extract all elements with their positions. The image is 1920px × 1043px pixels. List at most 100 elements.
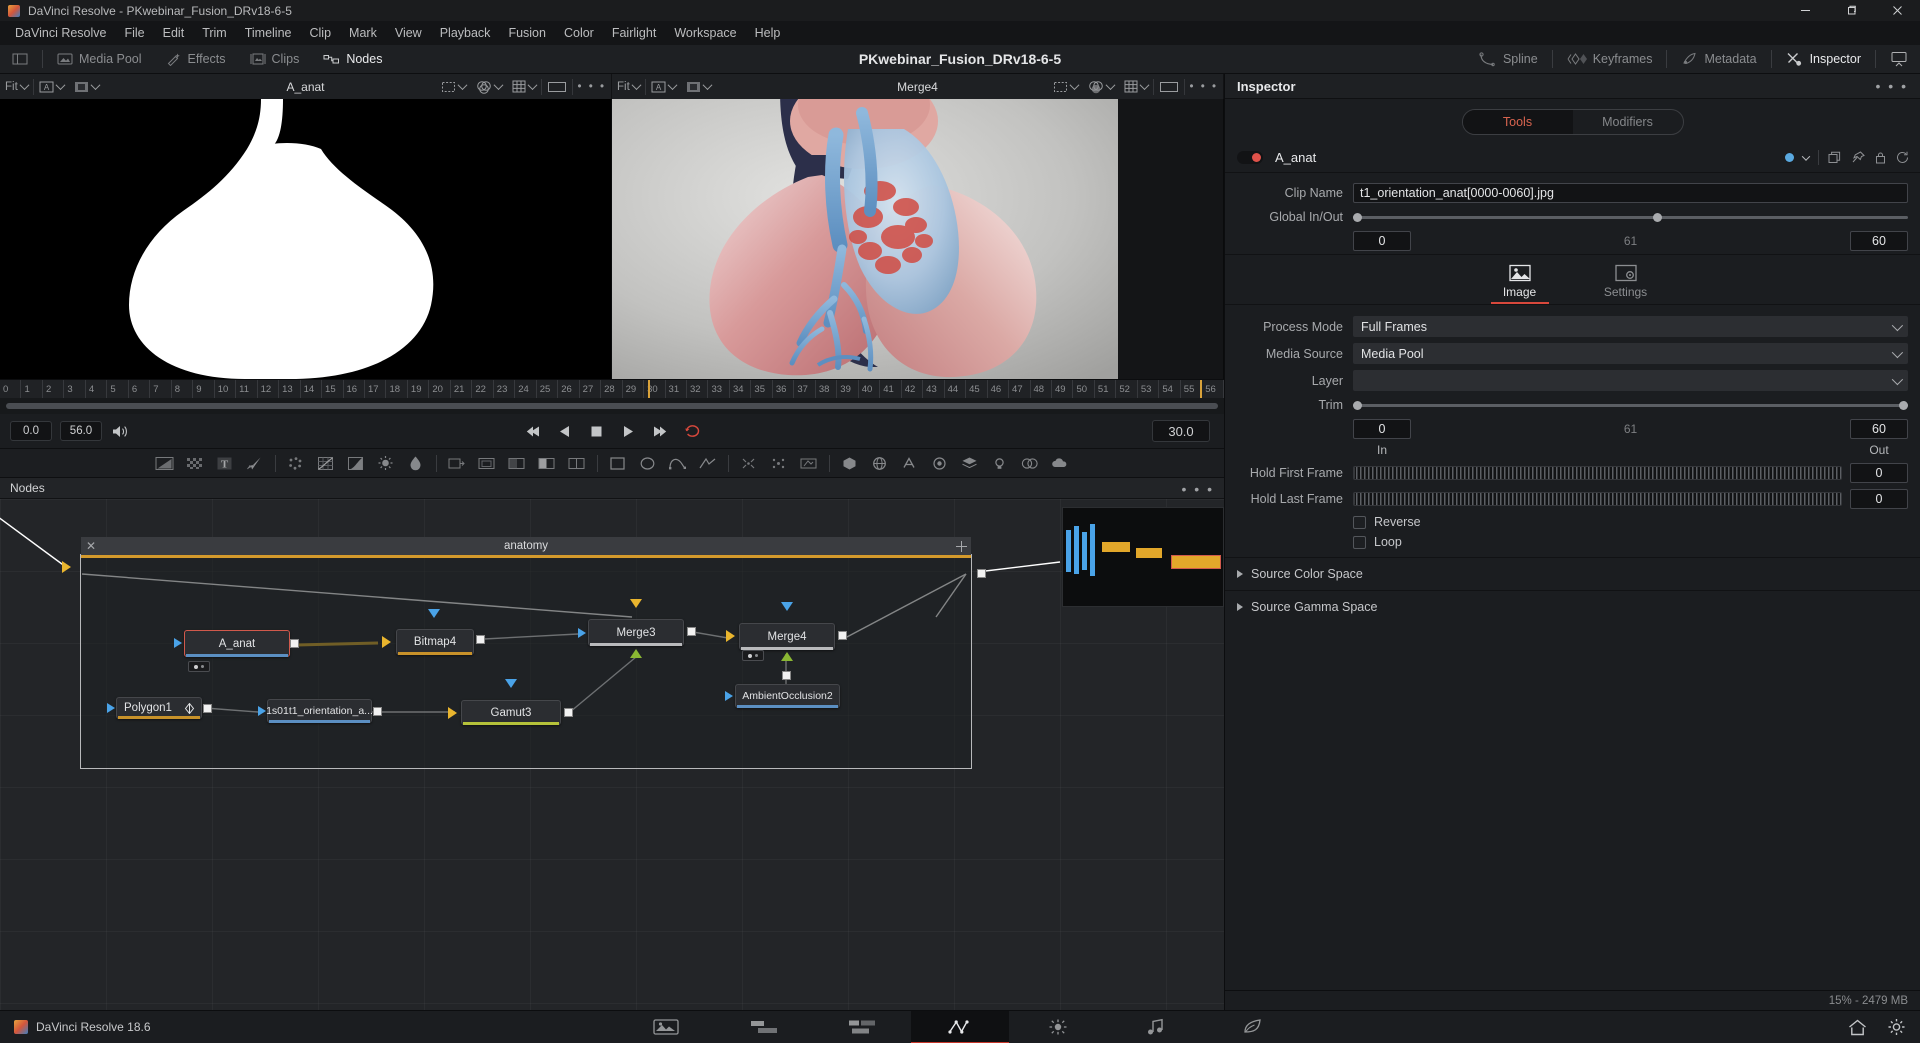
crop-tool-icon[interactable] [502, 450, 532, 476]
viewer-a-frame-button[interactable] [542, 74, 572, 99]
viewer-b-roi-button[interactable] [1048, 74, 1083, 99]
page-cut[interactable] [715, 1011, 813, 1043]
lock-icon[interactable] [1874, 151, 1887, 164]
toolbar-media-pool[interactable]: Media Pool [45, 45, 154, 73]
node-a-anat-output-port[interactable] [290, 639, 299, 648]
toolbar-effects[interactable]: Effects [154, 45, 238, 73]
menu-playback[interactable]: Playback [431, 21, 500, 45]
toolbar-left-collapse[interactable] [0, 45, 40, 73]
chevron-down-icon[interactable] [1801, 151, 1811, 161]
node-gamut3-top-port[interactable] [505, 679, 517, 688]
dissolve-tool-icon[interactable] [562, 450, 592, 476]
3d-sphere-tool-icon[interactable] [865, 450, 895, 476]
media-source-select[interactable]: Media Pool [1353, 343, 1908, 364]
global-in-knob[interactable] [1353, 212, 1362, 222]
menu-timeline[interactable]: Timeline [236, 21, 301, 45]
source-color-space-section[interactable]: Source Color Space [1225, 557, 1920, 590]
node-gamut3-output-port[interactable] [564, 708, 573, 717]
hold-last-frame-field[interactable]: 0 [1850, 489, 1908, 509]
node-gamut3[interactable]: Gamut3 [461, 700, 561, 725]
node-loader-output-port[interactable] [373, 707, 382, 716]
reset-icon[interactable] [1896, 151, 1910, 164]
clip-name-input[interactable]: t1_orientation_anat[0000-0060].jpg [1353, 183, 1908, 203]
3d-camera-tool-icon[interactable] [925, 450, 955, 476]
timeline-scrollbar[interactable] [6, 403, 1218, 409]
transform-tool-icon[interactable] [442, 450, 472, 476]
viewer-b-color-button[interactable] [1083, 74, 1119, 99]
hold-first-frame-slider[interactable] [1353, 466, 1842, 480]
group-output-port[interactable] [977, 569, 986, 578]
node-graph-canvas[interactable]: anatomy ✕ A_anat Bitmap4 Merge3 Merge4 P… [0, 499, 1224, 1010]
inspector-options-button[interactable]: • • • [1876, 78, 1908, 94]
trim-out-knob[interactable] [1899, 400, 1908, 410]
node-ambientocclusion2-output-port[interactable] [782, 671, 791, 680]
trim-in-field[interactable]: 0 [1353, 419, 1411, 439]
node-bitmap4-output-port[interactable] [476, 635, 485, 644]
toolbar-spline[interactable]: Spline [1467, 45, 1550, 73]
node-merge4-foreground-port[interactable] [781, 652, 793, 661]
menu-help[interactable]: Help [746, 21, 790, 45]
toolbar-metadata[interactable]: Metadata [1669, 45, 1768, 73]
viewer-b-source-button[interactable]: A [646, 74, 681, 99]
subtab-image[interactable]: Image [1483, 264, 1557, 304]
node-merge3-output-port[interactable] [687, 627, 696, 636]
node-ambientocclusion2[interactable]: AmbientOcclusion2 [735, 684, 840, 708]
3d-material-tool-icon[interactable] [1015, 450, 1045, 476]
page-fusion[interactable] [911, 1010, 1009, 1043]
viewer-b-grid-button[interactable] [1119, 74, 1153, 99]
viewer-a-roi-button[interactable] [436, 74, 471, 99]
checker-tool-icon[interactable] [180, 450, 210, 476]
menu-trim[interactable]: Trim [193, 21, 236, 45]
viewer-b-fit-dropdown[interactable]: Fit [612, 74, 645, 99]
viewer-a[interactable] [0, 99, 612, 379]
nodes-panel-options-button[interactable]: • • • [1182, 478, 1214, 499]
home-icon[interactable] [1848, 1019, 1867, 1036]
group-input-port[interactable] [62, 561, 71, 573]
viewer-b[interactable] [612, 99, 1224, 379]
play-forward-button[interactable] [618, 421, 638, 441]
node-a-anat-input-port[interactable] [174, 638, 182, 648]
3d-text-tool-icon[interactable] [895, 450, 925, 476]
stabilizer-tool-icon[interactable] [794, 450, 824, 476]
menu-color[interactable]: Color [555, 21, 603, 45]
resize-tool-icon[interactable] [472, 450, 502, 476]
trim-out-field[interactable]: 60 [1850, 419, 1908, 439]
page-fairlight[interactable] [1107, 1011, 1205, 1043]
node-bitmap4-top-port[interactable] [428, 609, 440, 618]
toolbar-clips[interactable]: Clips [238, 45, 312, 73]
viewer-b-frame-button[interactable] [1154, 74, 1184, 99]
node-loader-input-port[interactable] [258, 706, 266, 716]
node-merge3-input-port[interactable] [578, 628, 586, 638]
node-ambientocclusion2-input-port[interactable] [725, 691, 733, 701]
tab-tools[interactable]: Tools [1462, 110, 1573, 134]
page-edit[interactable] [813, 1011, 911, 1043]
toolbar-inspector[interactable]: Inspector [1774, 45, 1873, 73]
node-merge3-foreground-port[interactable] [630, 649, 642, 658]
node-graph-overview[interactable] [1062, 507, 1224, 607]
viewer-b-display-button[interactable] [681, 74, 716, 99]
node-polygon1[interactable]: Polygon1 [116, 697, 202, 719]
node-group-anatomy[interactable]: anatomy ✕ [80, 537, 972, 769]
loop-button[interactable] [682, 421, 702, 441]
node-polygon1-input-port[interactable] [107, 703, 115, 713]
node-color-swatch[interactable] [1785, 153, 1794, 162]
pin-icon[interactable] [1851, 151, 1865, 164]
loop-checkbox[interactable] [1353, 535, 1366, 549]
3d-cloud-tool-icon[interactable] [1045, 450, 1075, 476]
tracker-tool-icon[interactable] [734, 450, 764, 476]
page-deliver[interactable] [1205, 1011, 1303, 1043]
viewer-a-grid-button[interactable] [507, 74, 541, 99]
node-polygon1-output-port[interactable] [203, 704, 212, 713]
viewer-a-source-button[interactable]: A [34, 74, 69, 99]
playhead[interactable] [648, 380, 650, 398]
node-a-anat-status-pill[interactable] [188, 661, 210, 672]
node-merge4-output-port[interactable] [838, 631, 847, 640]
viewer-a-color-button[interactable] [471, 74, 507, 99]
layer-select[interactable] [1353, 370, 1908, 391]
global-out-field[interactable]: 60 [1850, 231, 1908, 251]
hold-first-frame-field[interactable]: 0 [1850, 463, 1908, 483]
menu-workspace[interactable]: Workspace [665, 21, 745, 45]
menu-mark[interactable]: Mark [340, 21, 386, 45]
hold-last-frame-slider[interactable] [1353, 492, 1842, 506]
blur-tool-icon[interactable] [401, 450, 431, 476]
